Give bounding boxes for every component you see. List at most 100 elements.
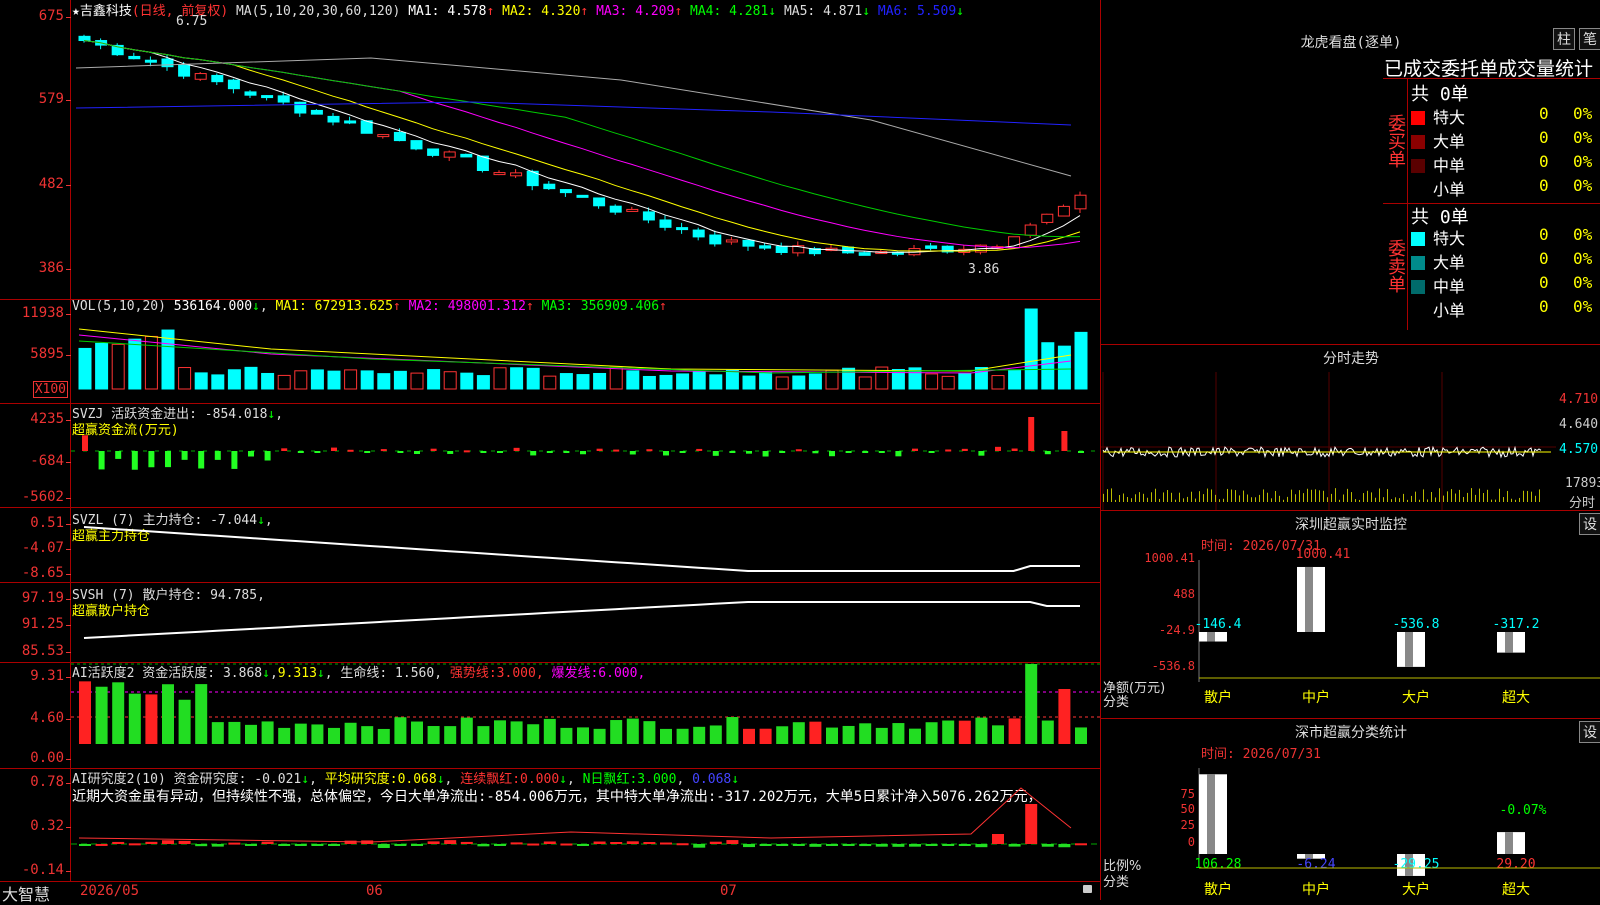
order-type: 特大 bbox=[1433, 229, 1466, 248]
research-bar bbox=[759, 844, 772, 846]
research-bar bbox=[560, 843, 573, 846]
research-bar bbox=[427, 841, 440, 844]
activity-bar bbox=[1058, 689, 1071, 744]
candle bbox=[427, 148, 440, 156]
candle bbox=[1041, 213, 1054, 223]
flow-bar bbox=[148, 451, 155, 468]
intraday-vol-bar bbox=[1127, 497, 1128, 502]
order-row: 大单 0 0% bbox=[1383, 128, 1600, 152]
order-row: 中单 0 0% bbox=[1383, 273, 1600, 297]
flow-bar bbox=[463, 450, 470, 453]
sz-stats-panel[interactable]: 深市超赢分类统计 设 时间: 2026/07/31 75 50 25 0 106.28 散… bbox=[1100, 718, 1600, 900]
intraday-vol-bar bbox=[1451, 489, 1452, 502]
x-axis-label: 分类 bbox=[1103, 695, 1129, 710]
retail-holdings-line bbox=[83, 601, 1080, 639]
research-bar bbox=[477, 844, 490, 847]
activity-bar bbox=[759, 728, 772, 744]
vol-ma-line bbox=[78, 334, 1072, 374]
bar-value-label: -146.4 bbox=[1195, 617, 1242, 632]
activity-bar bbox=[709, 725, 722, 744]
intraday-vol-bar bbox=[1507, 490, 1508, 502]
ai-active-y-axis: 9.31 4.60 0.00 bbox=[0, 662, 71, 768]
ai-active-pane[interactable]: 9.31 4.60 0.00 AI活跃度2 资金活跃度: 3.868↓,9.31… bbox=[0, 662, 1100, 769]
svzj-pane[interactable]: 4235 -684 -5602 SVZJ 活跃资金进出: -854.018↓, … bbox=[0, 403, 1100, 508]
candle bbox=[676, 227, 689, 231]
intraday-vol-bar bbox=[1155, 488, 1156, 502]
intraday-vol-bar bbox=[1343, 494, 1344, 502]
intraday-vol-bar bbox=[1115, 499, 1116, 502]
intraday-vol-bar bbox=[1119, 494, 1120, 502]
activity-bar bbox=[776, 726, 789, 744]
ma-line bbox=[83, 40, 1081, 252]
research-bar bbox=[975, 844, 988, 848]
candle bbox=[759, 245, 772, 249]
buy-section: 委买单 共 0单 特大 0 0% 大单 0 0% 中单 0 0% 小单 0 0% bbox=[1383, 78, 1600, 204]
svzj-tick: -5602 bbox=[21, 489, 72, 505]
activity-bar bbox=[228, 721, 241, 744]
volume-bar bbox=[609, 366, 623, 390]
research-bar bbox=[676, 843, 689, 846]
activity-bar bbox=[460, 717, 473, 744]
intraday-vol-bar bbox=[1215, 494, 1216, 502]
research-bar bbox=[1025, 804, 1038, 844]
research-bar bbox=[875, 844, 888, 847]
research-line bbox=[78, 787, 1072, 843]
order-row: 小单 0 0% bbox=[1383, 297, 1600, 321]
candle bbox=[709, 234, 722, 245]
ai-research-pane[interactable]: 0.78 0.32 -0.14 AI研究度2(10) 资金研究度: -0.021… bbox=[0, 768, 1100, 882]
intraday-vol-bar bbox=[1123, 493, 1124, 502]
intraday-panel[interactable]: 分时走势 4.710 4.640 4.570 17893 分时 bbox=[1100, 344, 1600, 511]
ai-research-tick: 0.32 bbox=[30, 818, 71, 834]
intraday-vol-bar bbox=[1491, 499, 1492, 502]
lock-icon[interactable] bbox=[1083, 885, 1092, 893]
y-axis-label: 净额(万元) bbox=[1103, 681, 1165, 696]
intraday-vol-bar bbox=[1503, 497, 1504, 502]
research-bar bbox=[925, 844, 938, 846]
sz-monitor-panel[interactable]: 深圳超赢实时监控 设 时间: 2026/07/31 1000.41 488 -24.… bbox=[1100, 510, 1600, 719]
activity-bar bbox=[510, 721, 523, 744]
flow-bar bbox=[231, 451, 238, 469]
candlestick-chart[interactable] bbox=[71, 0, 1100, 299]
research-bar bbox=[460, 841, 473, 844]
intraday-vol-bar bbox=[1431, 491, 1432, 502]
activity-bar bbox=[875, 727, 888, 744]
volume-bar bbox=[244, 366, 258, 390]
research-bar bbox=[278, 844, 291, 846]
volume-bar bbox=[792, 375, 806, 390]
intraday-chart[interactable] bbox=[1101, 372, 1600, 510]
activity-bar bbox=[1075, 727, 1087, 744]
legend-swatch bbox=[1411, 110, 1425, 125]
svsh-y-axis: 97.19 91.25 85.53 bbox=[0, 582, 72, 662]
bar-value-label: -536.8 bbox=[1393, 617, 1440, 632]
flow-bar bbox=[646, 449, 653, 452]
price-tick: 579 bbox=[38, 91, 72, 107]
price-pane[interactable]: 675 579 482 386 ★吉鑫科技(日线, 前复权) MA(5,10,2… bbox=[0, 0, 1100, 300]
pen-mode-button[interactable]: 笔 bbox=[1579, 28, 1600, 50]
bar-mode-button[interactable]: 柱 bbox=[1553, 28, 1575, 50]
bar-value-label: 106.28 bbox=[1195, 857, 1242, 872]
research-bar bbox=[942, 844, 955, 846]
candle bbox=[858, 252, 871, 256]
vol-unit[interactable]: X100 bbox=[32, 381, 68, 398]
intraday-vol-bar bbox=[1463, 496, 1464, 502]
svsh-tick: 91.25 bbox=[21, 616, 72, 632]
main-holdings-line bbox=[83, 526, 1080, 572]
candle bbox=[460, 153, 473, 158]
svzl-pane[interactable]: 0.51 -4.07 -8.65 SVZL (7) 主力持仓: -7.044↓,… bbox=[0, 507, 1100, 583]
svzl-tick: -8.65 bbox=[21, 565, 72, 581]
intraday-vol-bar bbox=[1287, 496, 1288, 502]
intraday-vol-tick: 17893 bbox=[1565, 476, 1600, 491]
intraday-vol-bar bbox=[1267, 492, 1268, 502]
axis-tick: -536.8 bbox=[1152, 659, 1195, 673]
ai-research-tick: 0.78 bbox=[30, 774, 71, 790]
svsh-pane[interactable]: 97.19 91.25 85.53 SVSH (7) 散户持仓: 94.785,… bbox=[0, 582, 1100, 663]
ma-line bbox=[83, 40, 1081, 249]
bar-value-label: -317.2 bbox=[1493, 617, 1540, 632]
volume-pane[interactable]: 11938 5895 X100 VOL(5,10,20) 536164.000↓… bbox=[0, 299, 1100, 404]
legend-swatch bbox=[1411, 231, 1425, 246]
intraday-vol-bar bbox=[1535, 495, 1536, 502]
intraday-vol-bar bbox=[1499, 488, 1500, 502]
flow-bar bbox=[1011, 448, 1018, 451]
candle bbox=[659, 219, 672, 228]
research-bar bbox=[311, 844, 324, 847]
